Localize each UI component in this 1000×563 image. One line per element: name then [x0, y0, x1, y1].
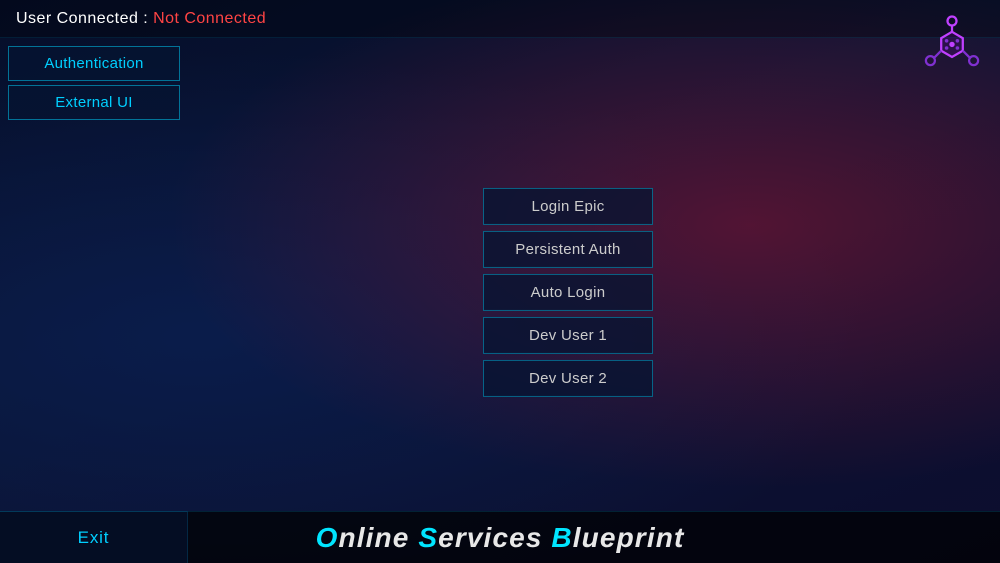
title-s: S — [418, 522, 438, 553]
nav-external-ui[interactable]: External UI — [8, 85, 180, 120]
status-value: Not Connected — [153, 10, 266, 27]
nav-authentication[interactable]: Authentication — [8, 46, 180, 81]
auto-login-button[interactable]: Auto Login — [483, 273, 653, 310]
nav-panel: Authentication External UI — [0, 38, 188, 128]
exit-area[interactable]: Exit — [0, 511, 188, 563]
logo-icon — [916, 12, 988, 84]
dev-user-2-button[interactable]: Dev User 2 — [483, 359, 653, 396]
connection-status: User Connected : Not Connected — [16, 10, 266, 28]
status-label: User Connected : — [16, 10, 153, 27]
status-bar: User Connected : Not Connected — [0, 0, 1000, 38]
title-o: O — [316, 522, 339, 553]
center-panel: Login Epic Persistent Auth Auto Login De… — [483, 187, 653, 396]
login-epic-button[interactable]: Login Epic — [483, 187, 653, 224]
dev-user-1-button[interactable]: Dev User 1 — [483, 316, 653, 353]
app-title: Online Services Blueprint — [316, 522, 685, 554]
logo-area — [908, 4, 996, 92]
title-b: B — [551, 522, 572, 553]
exit-label[interactable]: Exit — [78, 528, 110, 548]
persistent-auth-button[interactable]: Persistent Auth — [483, 230, 653, 267]
